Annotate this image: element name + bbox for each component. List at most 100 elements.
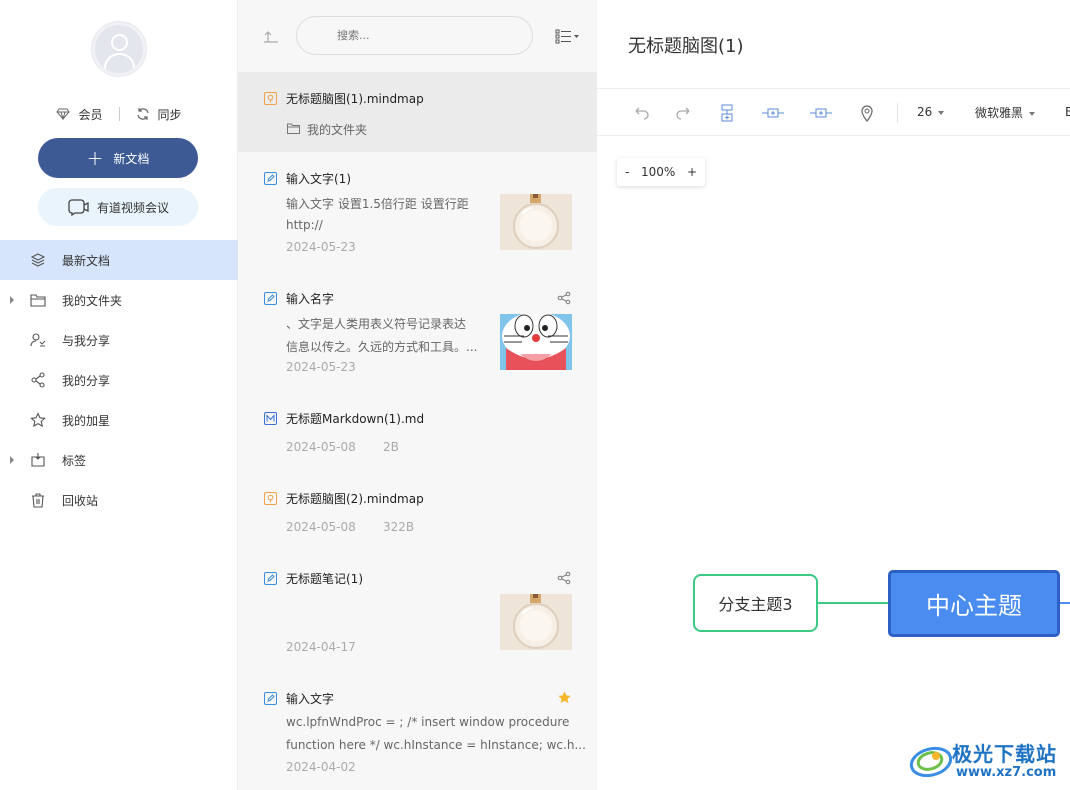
avatar[interactable] xyxy=(92,22,146,76)
doc-date: 2024-05-08 xyxy=(286,520,356,534)
mindmap-file-icon xyxy=(264,492,277,505)
plus-icon: + xyxy=(86,146,104,170)
list-view-icon[interactable] xyxy=(555,28,581,44)
share-icon[interactable] xyxy=(557,291,571,305)
sidebar-item-shared-with-me[interactable]: 与我分享 xyxy=(0,320,238,360)
zoom-out-button[interactable]: - xyxy=(625,165,629,179)
doc-preview-line: 信息以传之。久远的方式和工具。... xyxy=(286,340,478,354)
watermark-logo: 极光下载站 www.xz7.com xyxy=(908,736,1066,784)
zoom-control: - 100% + xyxy=(617,158,705,186)
doc-list-header xyxy=(238,0,597,72)
markdown-file-icon xyxy=(264,412,277,425)
sidebar-item-tags[interactable]: 标签 xyxy=(0,440,238,480)
insert-parent-topic-icon[interactable] xyxy=(809,103,833,123)
doc-size: 322B xyxy=(383,520,415,534)
star-icon xyxy=(30,412,46,428)
note-file-icon xyxy=(264,572,277,585)
folder-icon xyxy=(30,294,46,307)
chevron-down-icon xyxy=(938,110,945,115)
swirl-logo-icon xyxy=(909,746,953,778)
doc-item[interactable]: 无标题Markdown(1).md 2024-05-08 2B xyxy=(238,392,597,472)
doc-date: 2024-05-08 xyxy=(286,440,356,454)
doc-preview-line: http:// xyxy=(286,218,323,232)
member-sync-row: 会员 同步 xyxy=(0,103,238,125)
doc-preview-line: 输入文字 设置1.5倍行距 设置行距 xyxy=(286,197,469,211)
back-up-icon[interactable] xyxy=(262,28,280,44)
mindmap-editor: 无标题脑图(1) 26 微软雅黑 B - 100% + 分支主题3 中心主题 xyxy=(597,0,1070,790)
new-doc-button[interactable]: + 新文档 xyxy=(38,138,198,178)
zoom-in-button[interactable]: + xyxy=(687,165,697,179)
note-file-icon xyxy=(264,172,277,185)
doc-folder-label: 我的文件夹 xyxy=(307,123,368,137)
doc-title: 无标题脑图(1).mindmap xyxy=(286,92,424,106)
location-pin-icon[interactable] xyxy=(857,103,877,123)
sidebar-nav: 最新文档 我的文件夹 与我分享 我的分享 我的加星 标签 回收站 xyxy=(0,240,238,520)
editor-toolbar: 26 微软雅黑 B xyxy=(597,88,1070,136)
sync-button[interactable]: 同步 xyxy=(158,106,182,123)
tag-icon xyxy=(31,453,45,467)
share-icon[interactable] xyxy=(557,571,571,585)
doc-item[interactable]: 无标题笔记(1) 2024-04-17 xyxy=(238,552,597,672)
sidebar-item-trash[interactable]: 回收站 xyxy=(0,480,238,520)
diamond-icon[interactable] xyxy=(56,108,71,120)
sidebar-item-starred[interactable]: 我的加星 xyxy=(0,400,238,440)
sidebar-item-label: 我的分享 xyxy=(62,373,111,388)
doc-item[interactable]: 无标题脑图(1).mindmap 我的文件夹 xyxy=(238,72,597,152)
document-list-panel: 无标题脑图(1).mindmap 我的文件夹 输入文字(1) 输入文字 设置1.… xyxy=(238,0,597,790)
doc-item[interactable]: 输入文字 wc.lpfnWndProc = ; /* insert window… xyxy=(238,672,597,790)
right-connector xyxy=(1060,602,1070,604)
video-camera-icon xyxy=(68,199,89,216)
note-file-icon xyxy=(264,692,277,705)
divider xyxy=(118,107,120,121)
doc-preview-line: wc.lpfnWndProc = ; /* insert window proc… xyxy=(286,715,570,729)
doc-preview-line: function here */ wc.hInstance = hInstanc… xyxy=(286,738,586,752)
search-input[interactable] xyxy=(296,16,533,55)
doc-item[interactable]: 输入文字(1) 输入文字 设置1.5倍行距 设置行距 http:// 2024-… xyxy=(238,152,597,272)
doraemon-thumbnail xyxy=(500,314,572,370)
doc-title: 无标题Markdown(1).md xyxy=(286,412,425,426)
doc-item[interactable]: 无标题脑图(2).mindmap 2024-05-08 322B xyxy=(238,472,597,552)
bold-button[interactable]: B xyxy=(1065,105,1070,119)
sidebar-item-label: 最新文档 xyxy=(62,253,111,268)
sidebar-item-label: 我的文件夹 xyxy=(62,293,123,308)
sidebar-item-label: 与我分享 xyxy=(62,333,111,348)
doc-item[interactable]: 输入名字 、文字是人类用表义符号记录表达 信息以传之。久远的方式和工具。... … xyxy=(238,272,597,392)
sync-icon[interactable] xyxy=(136,107,150,121)
doc-title: 无标题笔记(1) xyxy=(286,572,363,586)
sidebar-item-label: 回收站 xyxy=(62,493,99,508)
doc-date: 2024-05-23 xyxy=(286,360,356,374)
font-family-select[interactable]: 微软雅黑 xyxy=(975,104,1036,121)
perfume-bottle-thumbnail xyxy=(500,594,572,650)
doc-title: 输入名字 xyxy=(286,292,335,306)
branch-connector xyxy=(818,602,889,604)
mindmap-file-icon xyxy=(264,92,277,105)
undo-icon[interactable] xyxy=(631,103,651,123)
doc-size: 2B xyxy=(383,440,399,454)
expand-caret-icon[interactable] xyxy=(10,456,14,464)
sidebar-item-my-shares[interactable]: 我的分享 xyxy=(0,360,238,400)
sidebar-item-my-folder[interactable]: 我的文件夹 xyxy=(0,280,238,320)
note-file-icon xyxy=(264,292,277,305)
chevron-down-icon xyxy=(1029,111,1036,116)
doc-preview-line: 、文字是人类用表义符号记录表达 xyxy=(286,317,467,331)
redo-icon[interactable] xyxy=(674,103,694,123)
insert-sibling-topic-icon[interactable] xyxy=(761,103,785,123)
share-icon xyxy=(31,372,45,388)
doc-title: 输入文字 xyxy=(286,692,335,706)
doc-title: 输入文字(1) xyxy=(286,172,351,186)
mindmap-canvas[interactable] xyxy=(597,137,1070,790)
video-meeting-button[interactable]: 有道视频会议 xyxy=(38,188,198,226)
font-size-select[interactable]: 26 xyxy=(917,105,945,119)
doc-date: 2024-04-17 xyxy=(286,640,356,654)
document-title[interactable]: 无标题脑图(1) xyxy=(628,32,744,58)
new-doc-label: 新文档 xyxy=(113,151,150,166)
sidebar-item-latest[interactable]: 最新文档 xyxy=(0,240,238,280)
star-filled-icon[interactable] xyxy=(557,690,572,705)
member-button[interactable]: 会员 xyxy=(78,106,102,123)
video-meeting-label: 有道视频会议 xyxy=(96,200,169,215)
central-topic-node[interactable]: 中心主题 xyxy=(888,570,1060,637)
branch-topic-node[interactable]: 分支主题3 xyxy=(693,574,818,632)
insert-child-topic-icon[interactable] xyxy=(717,103,737,123)
sidebar-item-label: 我的加星 xyxy=(62,413,111,428)
expand-caret-icon[interactable] xyxy=(10,296,14,304)
